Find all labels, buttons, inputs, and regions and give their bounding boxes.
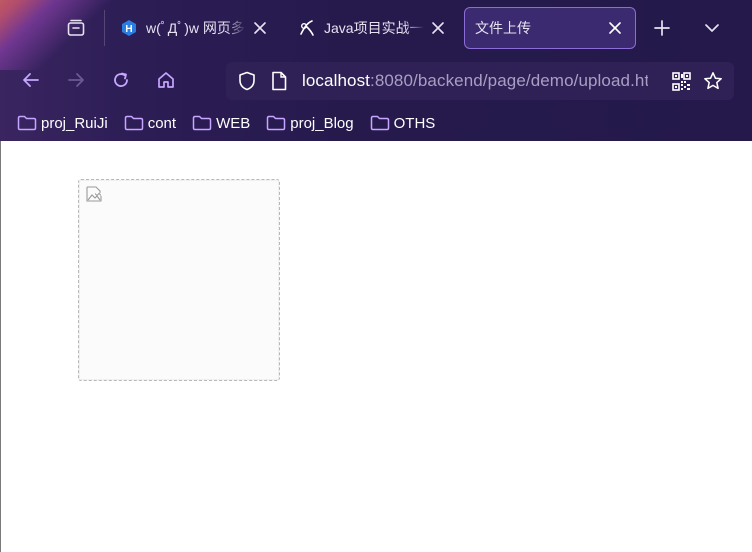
bookmark-label: cont — [147, 114, 177, 132]
home-button[interactable] — [149, 63, 183, 97]
h-logo-icon: H — [120, 19, 138, 37]
plus-icon — [654, 20, 670, 36]
tab-title: w(ﾟДﾟ)w 网页多 — [146, 20, 245, 36]
url-path: :8080/backend/page/demo/upload.html — [370, 71, 648, 90]
close-tab-icon[interactable] — [250, 18, 270, 38]
page-info-icon[interactable] — [268, 70, 290, 92]
close-tab-icon[interactable] — [428, 18, 448, 38]
home-icon — [158, 72, 174, 88]
tab-separator — [104, 10, 105, 46]
qr-code-icon[interactable] — [670, 70, 692, 92]
folder-icon — [17, 115, 37, 131]
folder-icon — [370, 115, 389, 131]
bookmark-folder[interactable]: proj_Blog — [266, 110, 354, 136]
chevron-down-icon — [705, 24, 719, 32]
address-bar[interactable]: localhost:8080/backend/page/demo/upload.… — [226, 62, 734, 100]
arrow-left-icon — [23, 73, 39, 87]
tab-strip: H w(ﾟДﾟ)w 网页多 Java项目实战一 文件上传 — [0, 0, 752, 56]
url-text[interactable]: localhost:8080/backend/page/demo/upload.… — [302, 71, 648, 91]
folder-icon — [266, 115, 286, 131]
bookmark-label: OTHS — [393, 114, 436, 132]
bookmarks-toolbar: proj_RuiJi cont WEB proj_Blog OTHS — [0, 108, 752, 138]
folder-icon — [192, 115, 212, 131]
tab-list-button[interactable] — [56, 10, 96, 46]
tab-title: Java项目实战一 — [324, 20, 424, 36]
tab-title: 文件上传 — [475, 20, 531, 36]
close-tab-icon[interactable] — [605, 18, 625, 38]
bookmark-folder[interactable]: WEB — [192, 110, 250, 136]
tab-2[interactable]: Java项目实战一 — [288, 7, 458, 49]
image-upload-area[interactable] — [78, 179, 280, 381]
back-button[interactable] — [14, 63, 48, 97]
arrow-right-icon — [68, 73, 84, 87]
forward-button[interactable] — [59, 63, 93, 97]
tabs-tray-icon — [67, 19, 85, 36]
pen-logo-icon — [298, 19, 316, 37]
browser-chrome: H w(ﾟДﾟ)w 网页多 Java项目实战一 文件上传 localhost:8… — [0, 0, 752, 141]
bookmark-folder[interactable]: proj_RuiJi — [17, 110, 108, 136]
navigation-toolbar: localhost:8080/backend/page/demo/upload.… — [0, 58, 752, 104]
new-tab-button[interactable] — [643, 10, 681, 46]
url-host: localhost — [302, 71, 370, 90]
broken-image-icon — [86, 186, 102, 202]
bookmark-label: proj_Blog — [290, 114, 354, 132]
reload-icon — [114, 72, 128, 87]
reload-button[interactable] — [104, 63, 138, 97]
tab-3-active[interactable]: 文件上传 — [464, 7, 636, 49]
folder-icon — [124, 115, 143, 131]
svg-text:H: H — [125, 24, 132, 35]
bookmark-star-icon[interactable] — [702, 70, 724, 92]
bookmark-label: proj_RuiJi — [41, 114, 108, 132]
bookmark-label: WEB — [216, 114, 251, 132]
list-all-tabs-button[interactable] — [693, 10, 731, 46]
page-content — [0, 141, 752, 552]
tracking-protection-shield-icon[interactable] — [236, 70, 258, 92]
tab-1[interactable]: H w(ﾟДﾟ)w 网页多 — [110, 7, 280, 49]
bookmark-folder[interactable]: OTHS — [370, 110, 436, 136]
bookmark-folder[interactable]: cont — [124, 110, 176, 136]
